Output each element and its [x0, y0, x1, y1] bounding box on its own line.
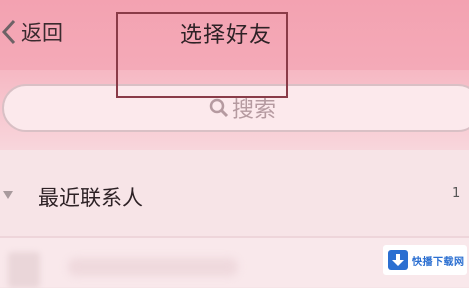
- group-count: 1: [452, 186, 461, 201]
- avatar: [8, 252, 40, 288]
- highlight-box: [116, 12, 288, 98]
- expand-triangle-icon: [3, 191, 13, 199]
- search-icon: [209, 98, 229, 118]
- group-name: 最近联系人: [38, 186, 143, 210]
- download-logo-icon: [388, 250, 408, 270]
- back-button[interactable]: 返回: [0, 16, 63, 48]
- contact-name-blurred: [68, 258, 238, 276]
- back-label: 返回: [21, 21, 63, 45]
- chevron-left-icon: [1, 19, 16, 45]
- watermark-text: 快播下载网: [412, 256, 465, 268]
- watermark-logo: 快播下载网: [383, 245, 467, 275]
- group-recent-contacts[interactable]: 最近联系人 1: [0, 174, 469, 218]
